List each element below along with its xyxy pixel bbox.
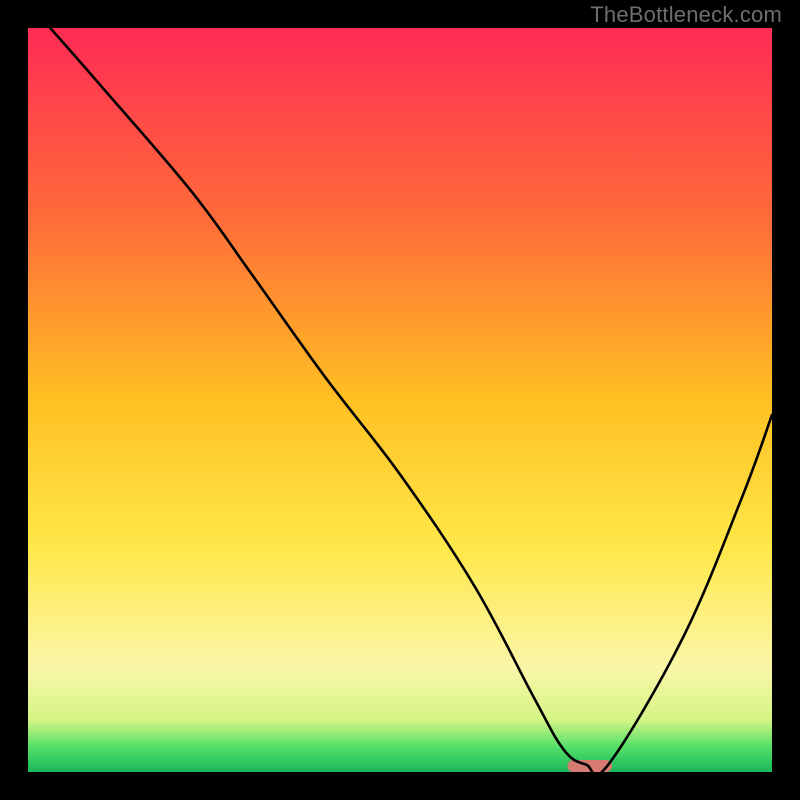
chart-svg <box>28 28 772 772</box>
chart-plot-area <box>28 28 772 772</box>
chart-background <box>28 28 772 772</box>
watermark-text: TheBottleneck.com <box>590 2 782 28</box>
